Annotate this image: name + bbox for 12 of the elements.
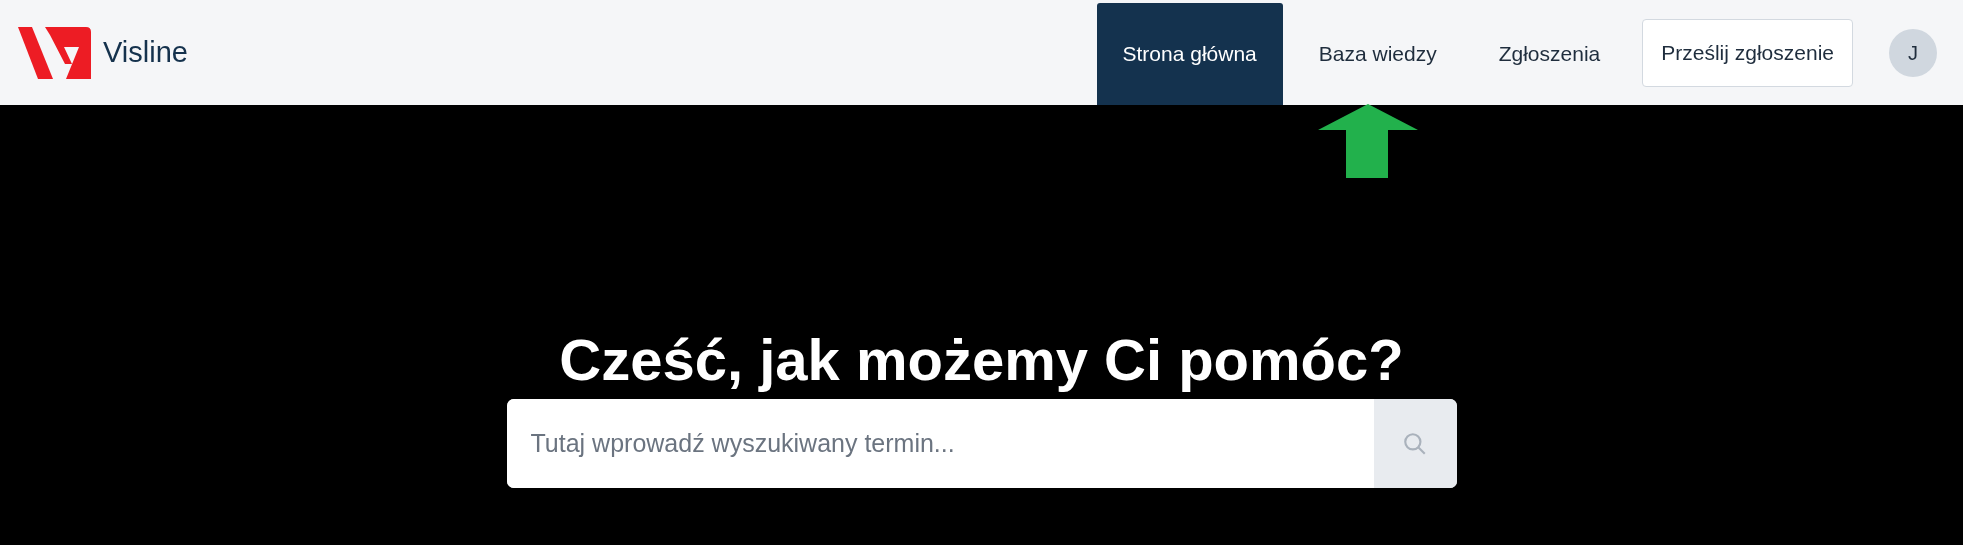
up-arrow-icon [1318, 104, 1418, 178]
submit-request-button[interactable]: Prześlij zgłoszenie [1642, 18, 1853, 87]
brand-name: Visline [103, 34, 188, 70]
logo-icon [18, 26, 91, 79]
hero-heading: Cześć, jak możemy Ci pomóc? [559, 326, 1404, 394]
nav-tab[interactable]: Zgłoszenia [1472, 3, 1627, 105]
user-avatar[interactable]: J [1889, 28, 1937, 77]
nav-tab[interactable]: Strona główna [1096, 3, 1283, 105]
nav-tab[interactable]: Baza wiedzy [1292, 3, 1463, 105]
search-field[interactable]: Tutaj wprowadź wyszukiwany termin... [506, 399, 1457, 488]
search-button[interactable] [1373, 399, 1457, 488]
search-icon [1402, 430, 1428, 457]
